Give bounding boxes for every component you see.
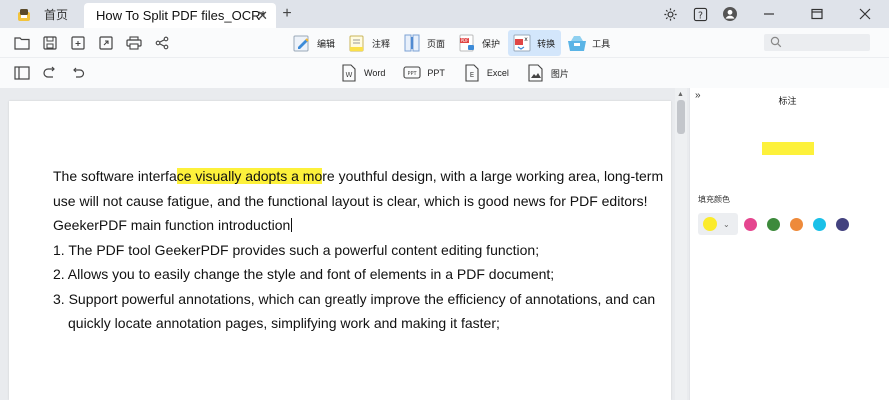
color-swatch-green[interactable]: [767, 217, 780, 231]
search-input[interactable]: [764, 34, 870, 51]
svg-text:PDF: PDF: [461, 38, 469, 43]
color-swatch-navy[interactable]: [836, 217, 849, 231]
excel-icon: E: [463, 63, 481, 83]
account-icon[interactable]: [715, 0, 745, 28]
vertical-scrollbar[interactable]: ▲: [675, 88, 687, 400]
new-tab-button[interactable]: +: [278, 4, 296, 24]
close-window-icon[interactable]: [841, 0, 889, 28]
text-line: 1. The PDF tool GeekerPDF provides such …: [53, 241, 540, 258]
redo-icon[interactable]: [36, 62, 64, 84]
save-as-icon[interactable]: [64, 32, 92, 54]
mode-page[interactable]: 页面: [398, 30, 451, 56]
fill-color-label: 填充颜色: [698, 195, 730, 204]
text-line: quickly locate annotation pages, simplif…: [68, 315, 500, 331]
annotation-panel: » 标注 填充颜色 ⌄: [689, 88, 889, 400]
convert-word-label: Word: [364, 68, 386, 78]
highlighted-text[interactable]: ce visually adopts a mo: [176, 168, 323, 184]
text-cursor: [291, 218, 293, 232]
search-icon: [770, 36, 782, 48]
convert-ppt-label: PPT: [427, 68, 445, 78]
convert-to-excel[interactable]: E Excel: [463, 62, 509, 84]
app-logo-icon: [18, 9, 30, 21]
highlight-preview: [762, 142, 814, 155]
color-palette: ⌄: [698, 213, 859, 235]
minimize-icon[interactable]: [745, 0, 793, 28]
home-tab[interactable]: 首页: [0, 0, 84, 28]
convert-icon: x: [511, 32, 533, 54]
export-icon[interactable]: [92, 32, 120, 54]
mode-protect[interactable]: PDF 保护: [453, 30, 506, 56]
text-line: use will not cause fatigue, and the func…: [53, 192, 648, 209]
convert-to-ppt[interactable]: PPT PPT: [403, 62, 445, 84]
secondary-toolbar: W Word PPT PPT E Excel 图片: [0, 58, 889, 88]
mode-tools-label: 工具: [592, 38, 611, 49]
main-toolbar: 编辑 注释 页面 PDF 保护 x 转换 工具: [0, 28, 889, 58]
svg-text:W: W: [346, 71, 353, 79]
text-line: 2. Allows you to easily change the style…: [53, 266, 555, 282]
mode-convert[interactable]: x 转换: [508, 30, 562, 56]
print-icon[interactable]: [120, 32, 148, 54]
home-tab-label: 首页: [44, 7, 69, 22]
undo-icon[interactable]: [64, 62, 92, 84]
color-dropdown[interactable]: ⌄: [698, 213, 738, 235]
color-swatch-orange[interactable]: [790, 217, 803, 231]
image-icon: [527, 63, 545, 83]
close-tab-icon[interactable]: ✕: [257, 8, 268, 24]
sidebar-toggle-icon[interactable]: [8, 62, 36, 84]
edit-icon: [291, 32, 313, 54]
title-bar: 首页 How To Split PDF files_OCR* ✕ + ?: [0, 0, 889, 28]
chevron-down-icon: ⌄: [723, 219, 730, 229]
mode-page-label: 页面: [427, 38, 446, 49]
document-viewport[interactable]: The software interface visually adopts a…: [0, 88, 689, 400]
page-text[interactable]: The software interface visually adopts a…: [53, 164, 664, 336]
scrollbar-thumb[interactable]: [677, 100, 685, 134]
share-icon[interactable]: [148, 32, 176, 54]
mode-annotate-label: 注释: [372, 38, 391, 49]
ppt-icon: PPT: [403, 63, 421, 83]
open-folder-icon[interactable]: [8, 32, 36, 54]
selected-color-swatch: [703, 217, 717, 231]
scroll-up-icon[interactable]: ▲: [677, 91, 684, 98]
convert-excel-label: Excel: [486, 68, 509, 78]
pdf-page[interactable]: The software interface visually adopts a…: [9, 101, 671, 400]
help-icon[interactable]: ?: [685, 0, 715, 28]
document-tab[interactable]: How To Split PDF files_OCR* ✕: [84, 3, 276, 28]
mode-protect-label: 保护: [482, 38, 501, 49]
annotate-icon: [346, 32, 368, 54]
save-icon[interactable]: [36, 32, 64, 54]
page-icon: [401, 32, 423, 54]
document-tab-label: How To Split PDF files_OCR*: [96, 8, 266, 23]
svg-text:?: ?: [698, 10, 703, 21]
color-swatch-pink[interactable]: [744, 217, 757, 231]
mode-tools[interactable]: 工具: [563, 30, 616, 56]
convert-to-image[interactable]: 图片: [527, 62, 569, 84]
maximize-icon[interactable]: [793, 0, 841, 28]
convert-to-word[interactable]: W Word: [340, 62, 385, 84]
color-swatch-cyan[interactable]: [813, 217, 826, 231]
svg-text:PPT: PPT: [408, 71, 418, 77]
text-line: 3. Support powerful annotations, which c…: [53, 290, 656, 307]
word-icon: W: [340, 63, 358, 83]
protect-icon: PDF: [456, 32, 478, 54]
panel-title: 标注: [778, 96, 797, 106]
svg-text:x: x: [524, 36, 528, 43]
convert-image-label: 图片: [550, 68, 569, 79]
text-line: GeekerPDF main function introduction: [53, 217, 293, 233]
settings-icon[interactable]: [655, 0, 685, 28]
svg-text:E: E: [470, 71, 474, 79]
mode-convert-label: 转换: [537, 38, 556, 49]
mode-edit[interactable]: 编辑: [288, 30, 341, 56]
mode-edit-label: 编辑: [317, 38, 336, 49]
mode-annotate[interactable]: 注释: [343, 30, 396, 56]
text-line: The software interface visually adopts a…: [53, 168, 664, 184]
tools-icon: [566, 32, 588, 54]
